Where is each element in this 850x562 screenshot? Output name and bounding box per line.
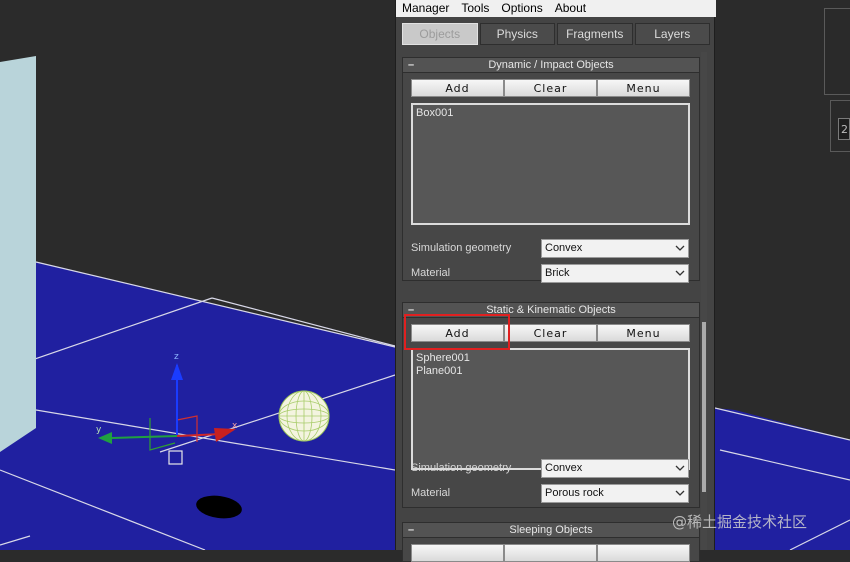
chevron-down-icon bbox=[675, 465, 685, 471]
box-object bbox=[0, 56, 36, 452]
dynamic-objects-list[interactable]: Box001 bbox=[411, 103, 690, 225]
static-sim-geometry-select[interactable]: Convex bbox=[541, 459, 689, 478]
dynamic-menu-button[interactable]: Menu bbox=[597, 79, 690, 97]
rollout-dynamic-objects: – Dynamic / Impact Objects Add Clear Men… bbox=[402, 57, 700, 283]
dynamic-material-select[interactable]: Brick bbox=[541, 264, 689, 283]
chevron-down-icon bbox=[675, 245, 685, 251]
dropdown-value: Brick bbox=[545, 267, 570, 279]
gizmo-z-label: z bbox=[174, 352, 179, 362]
rollout-static-objects: – Static & Kinematic Objects Add Clear M… bbox=[402, 302, 700, 508]
dynamic-material-label: Material bbox=[411, 267, 451, 279]
host-toolbar-panel bbox=[824, 8, 850, 95]
chevron-down-icon bbox=[675, 270, 685, 276]
sleeping-button-row bbox=[411, 544, 690, 562]
host-side-toolbar: 2 bbox=[818, 0, 850, 550]
tab-bar: Objects Physics Fragments Layers bbox=[402, 23, 710, 47]
rollout-header-static[interactable]: – Static & Kinematic Objects bbox=[402, 302, 700, 318]
sphere-object bbox=[278, 390, 330, 442]
chevron-down-icon bbox=[675, 490, 685, 496]
scrollbar-thumb[interactable] bbox=[702, 322, 706, 492]
dynamic-button-row: Add Clear Menu bbox=[411, 79, 690, 97]
menu-bar: Manager Tools Options About bbox=[396, 0, 716, 17]
tab-objects[interactable]: Objects bbox=[402, 23, 478, 45]
menu-about[interactable]: About bbox=[549, 0, 592, 17]
tab-physics[interactable]: Physics bbox=[479, 23, 555, 45]
tab-fragments[interactable]: Fragments bbox=[557, 23, 633, 45]
static-material-select[interactable]: Porous rock bbox=[541, 484, 689, 503]
gizmo-x-label: x bbox=[232, 421, 238, 431]
rollout-title: Sleeping Objects bbox=[509, 524, 593, 536]
dropdown-value: Porous rock bbox=[545, 487, 604, 499]
collapse-icon[interactable]: – bbox=[408, 58, 414, 72]
dynamic-add-button[interactable]: Add bbox=[411, 79, 504, 97]
rollout-header-sleeping[interactable]: – Sleeping Objects bbox=[402, 522, 700, 538]
tab-layers[interactable]: Layers bbox=[634, 23, 710, 45]
gizmo-y-label: y bbox=[96, 425, 102, 435]
dropdown-value: Convex bbox=[545, 462, 583, 474]
host-spinner-field[interactable]: 2 bbox=[838, 118, 850, 140]
rollout-sleeping-objects: – Sleeping Objects bbox=[402, 522, 700, 562]
rollout-header-dynamic[interactable]: – Dynamic / Impact Objects bbox=[402, 57, 700, 73]
static-material-label: Material bbox=[411, 487, 451, 499]
static-menu-button[interactable]: Menu bbox=[597, 324, 690, 342]
static-button-row: Add Clear Menu bbox=[411, 324, 690, 342]
watermark: @稀土掘金技术社区 bbox=[672, 513, 808, 531]
rollout-title: Static & Kinematic Objects bbox=[486, 304, 616, 316]
static-clear-button[interactable]: Clear bbox=[504, 324, 597, 342]
panel-scrollbar[interactable] bbox=[701, 52, 707, 550]
menu-tools[interactable]: Tools bbox=[455, 0, 495, 17]
physics-panel: Manager Tools Options About Objects Phys… bbox=[395, 0, 716, 562]
sleeping-add-button[interactable] bbox=[411, 544, 504, 562]
static-sim-geometry-label: Simulation geometry bbox=[411, 462, 512, 474]
sleeping-clear-button[interactable] bbox=[504, 544, 597, 562]
menu-options[interactable]: Options bbox=[495, 0, 548, 17]
sleeping-menu-button[interactable] bbox=[597, 544, 690, 562]
dynamic-clear-button[interactable]: Clear bbox=[504, 79, 597, 97]
collapse-icon[interactable]: – bbox=[408, 523, 414, 537]
dynamic-sim-geometry-select[interactable]: Convex bbox=[541, 239, 689, 258]
list-item[interactable]: Plane001 bbox=[416, 365, 685, 378]
dropdown-value: Convex bbox=[545, 242, 583, 254]
list-item[interactable]: Box001 bbox=[416, 107, 685, 120]
static-add-button[interactable]: Add bbox=[411, 324, 504, 342]
menu-manager[interactable]: Manager bbox=[396, 0, 455, 17]
list-item[interactable]: Sphere001 bbox=[416, 352, 685, 365]
collapse-icon[interactable]: – bbox=[408, 303, 414, 317]
rollout-title: Dynamic / Impact Objects bbox=[488, 59, 614, 71]
static-objects-list[interactable]: Sphere001 Plane001 bbox=[411, 348, 690, 470]
dynamic-sim-geometry-label: Simulation geometry bbox=[411, 242, 512, 254]
